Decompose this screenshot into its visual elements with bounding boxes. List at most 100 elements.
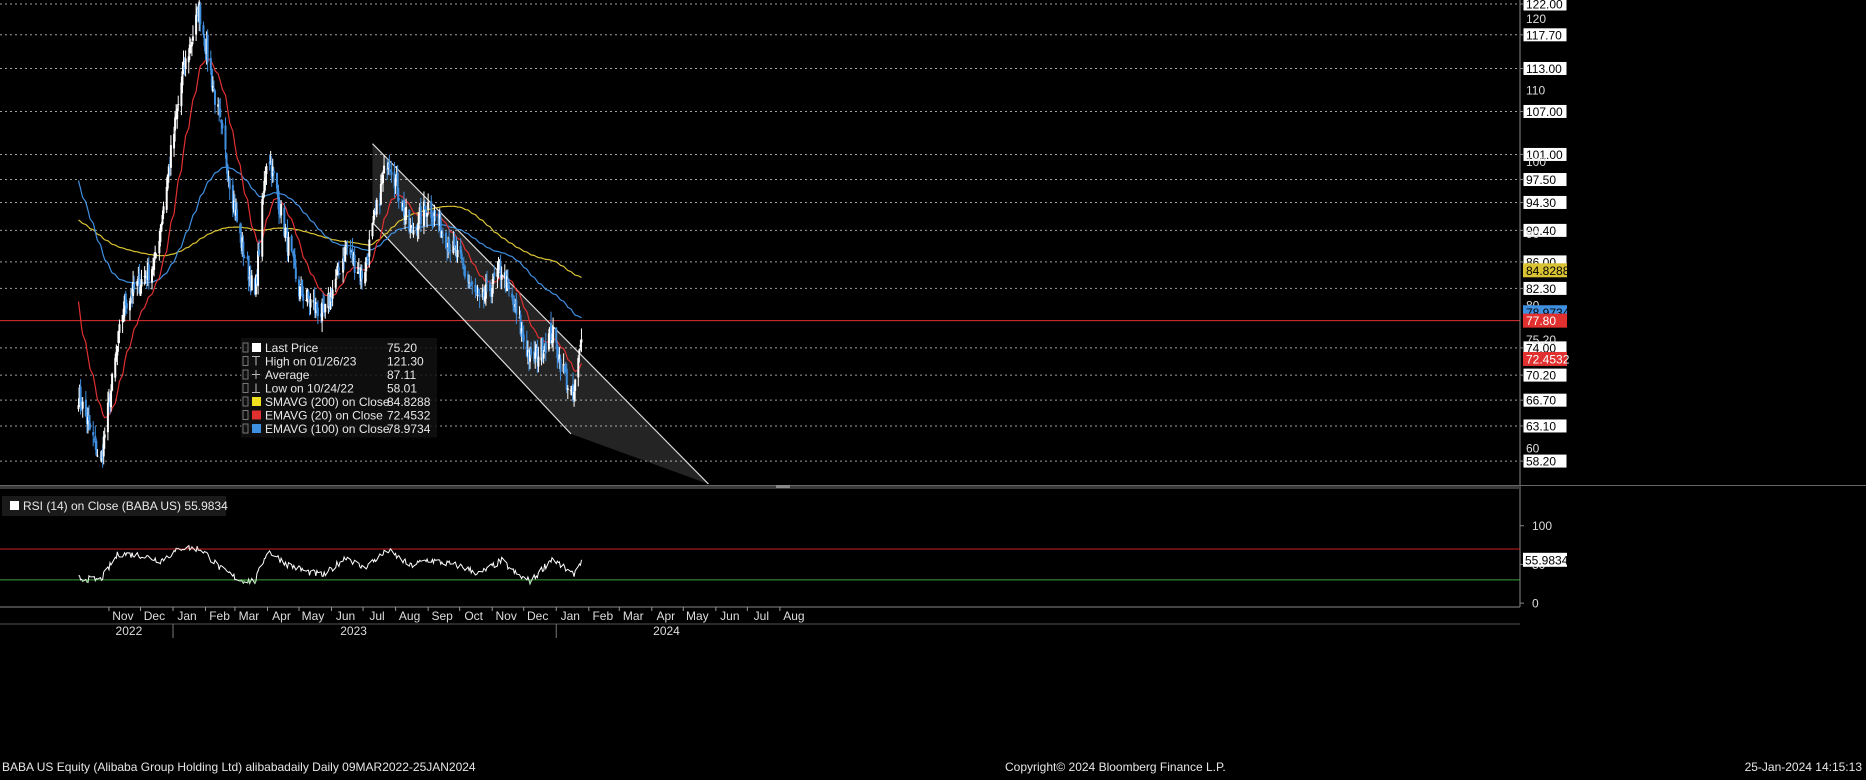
- candle-body: [530, 348, 533, 355]
- candle-body: [94, 435, 97, 439]
- x-month-label: May: [686, 609, 709, 623]
- candle-body: [552, 326, 555, 343]
- y-tick-label: 113.00: [1526, 62, 1562, 76]
- candle-body: [228, 178, 231, 190]
- legend-value: 75.20: [387, 341, 417, 355]
- y-tick-label: 90: [1526, 227, 1540, 241]
- candle-body: [405, 206, 408, 220]
- y-tick-label: 60: [1526, 442, 1540, 456]
- x-month-label: Dec: [144, 609, 165, 623]
- footer-timestamp: 25-Jan-2024 14:15:13: [1744, 760, 1862, 774]
- candle-body: [219, 108, 222, 117]
- candle-body: [290, 235, 293, 251]
- candle-body: [441, 234, 444, 236]
- candle-body: [476, 295, 479, 297]
- candle-body: [537, 356, 540, 367]
- candle-body: [199, 5, 202, 25]
- candle-body: [334, 278, 337, 288]
- candle-body: [434, 216, 437, 218]
- candle-body: [118, 324, 121, 333]
- candle-body: [110, 390, 113, 408]
- candle-body: [294, 267, 297, 279]
- y-tick-label: 66.70: [1526, 394, 1556, 408]
- y-tick-label: 70.20: [1526, 369, 1556, 383]
- footer-bar: BABA US Equity (Alibaba Group Holding Lt…: [0, 759, 1866, 775]
- legend-value: 72.4532: [387, 409, 431, 423]
- candle-body: [221, 123, 224, 129]
- candle-body: [191, 36, 194, 41]
- legend-value: 87.11: [387, 368, 416, 382]
- x-month-label: May: [302, 609, 325, 623]
- candle-body: [508, 285, 510, 290]
- y-tick-label: 117.70: [1526, 28, 1562, 42]
- candle-body: [390, 171, 393, 176]
- candle-body: [338, 273, 341, 275]
- candle-body: [316, 307, 319, 317]
- x-month-label: Nov: [112, 609, 133, 623]
- candle-body: [147, 264, 150, 281]
- legend: Last Price 75.20 High on 01/26/23 121.30 Ave…: [241, 338, 437, 438]
- candle-body: [379, 183, 382, 205]
- price-marker-label: 84.8288: [1526, 264, 1570, 278]
- x-month-label: Jun: [336, 609, 355, 623]
- footer-copyright: Copyright© 2024 Bloomberg Finance L.P.: [1005, 760, 1226, 774]
- candle-body: [89, 423, 92, 429]
- candle-body: [419, 206, 422, 225]
- y-tick-label: 94.30: [1526, 196, 1556, 210]
- candle-body: [265, 166, 268, 174]
- price-marker-label: 77.80: [1526, 314, 1556, 328]
- y-tick-label: 58.20: [1526, 455, 1556, 469]
- legend-item: Low on 10/24/22 58.01: [242, 382, 417, 396]
- rsi-title: RSI (14) on Close (BABA US) 55.9834: [23, 499, 228, 513]
- candle-body: [280, 204, 283, 216]
- candle-body: [261, 199, 264, 257]
- candle-body: [111, 373, 114, 391]
- x-month-label: Apr: [656, 609, 675, 623]
- candle-body: [177, 103, 180, 105]
- candle-body: [331, 289, 334, 299]
- candle-body: [478, 294, 481, 297]
- candle-body: [184, 58, 187, 69]
- legend-value: 121.30: [387, 355, 424, 369]
- candle-body: [96, 455, 99, 457]
- candle-body: [445, 232, 447, 249]
- x-month-label: Jan: [177, 609, 196, 623]
- y-tick-label: 120: [1526, 12, 1546, 26]
- candle-body: [574, 379, 577, 391]
- candle-body: [224, 125, 227, 150]
- chart-canvas: 122.00117.70113.00107.00101.0097.5094.30…: [0, 0, 1866, 775]
- panel-separator-line: [0, 485, 1866, 486]
- x-month-label: Nov: [496, 609, 517, 623]
- candle-body: [81, 401, 84, 409]
- candle-body: [125, 303, 128, 309]
- candle-body: [258, 249, 261, 255]
- candle-body: [515, 300, 518, 315]
- candle-body: [542, 353, 545, 359]
- candle-body: [243, 257, 246, 259]
- candle-body: [453, 236, 456, 246]
- x-month-label: Mar: [623, 609, 644, 623]
- x-month-label: Aug: [399, 609, 420, 623]
- candle-body: [559, 358, 562, 372]
- candle-body: [346, 246, 349, 248]
- candle-body: [580, 339, 583, 343]
- candle-body: [397, 198, 400, 201]
- candle-body: [169, 145, 172, 168]
- candle-body: [522, 334, 525, 342]
- candle-body: [133, 283, 136, 290]
- x-month-label: Jun: [720, 609, 739, 623]
- x-month-label: Mar: [239, 609, 260, 623]
- rsi-title-swatch: [10, 501, 19, 510]
- x-month-label: Apr: [272, 609, 291, 623]
- candle-body: [92, 432, 95, 436]
- price-marker-label: 72.4532: [1526, 352, 1570, 366]
- candle-body: [250, 275, 253, 291]
- legend-item: EMAVG (20) on Close 72.4532: [242, 409, 431, 423]
- legend-label: High on 01/26/23: [265, 355, 357, 369]
- candle-body: [299, 286, 302, 299]
- legend-label: EMAVG (20) on Close: [265, 409, 383, 423]
- candle-body: [103, 434, 106, 438]
- candle-body: [302, 294, 305, 301]
- candle-body: [463, 265, 466, 277]
- x-year-label: 2024: [653, 624, 680, 638]
